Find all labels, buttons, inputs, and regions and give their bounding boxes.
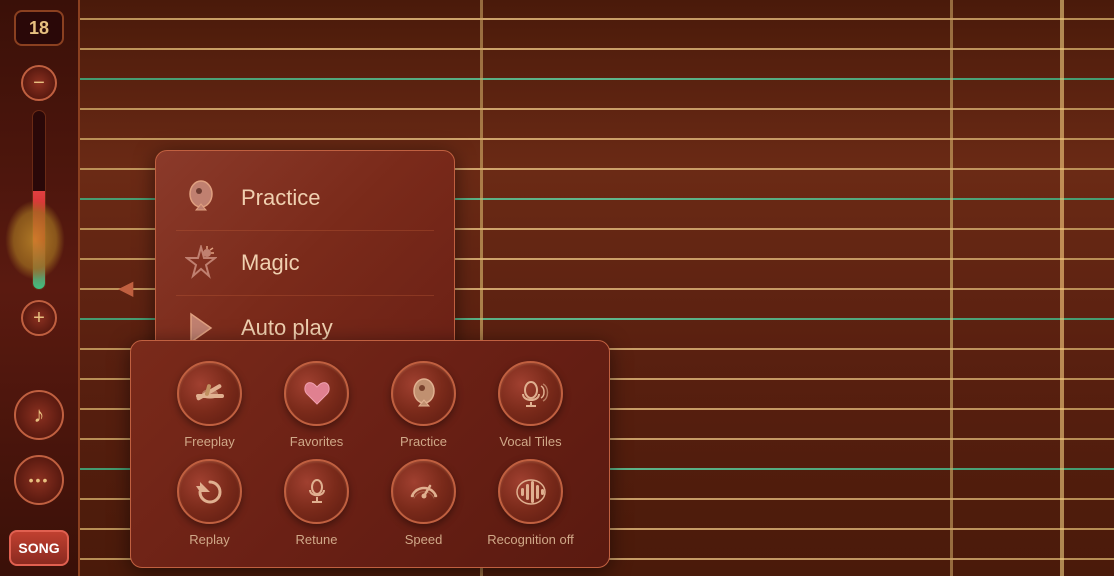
left-panel: 18 − + ♪ ••• SONG (0, 0, 80, 576)
ornament-decoration (5, 200, 65, 280)
vocal-tiles-control[interactable]: Vocal Tiles (486, 361, 576, 449)
string-2 (80, 48, 1114, 50)
speed-button[interactable] (391, 459, 456, 524)
magic-mode-icon (181, 243, 221, 283)
volume-minus-button[interactable]: − (21, 65, 57, 101)
string-1 (80, 18, 1114, 20)
retune-button[interactable] (284, 459, 349, 524)
magic-mode-label: Magic (241, 250, 300, 276)
song-button[interactable]: SONG (9, 530, 69, 566)
panel-arrow-indicator: ◀ (118, 276, 133, 301)
retune-control[interactable]: Retune (272, 459, 362, 547)
mode-practice-item[interactable]: Practice (176, 166, 434, 231)
more-options-button[interactable]: ••• (14, 455, 64, 505)
practice-control[interactable]: Practice (379, 361, 469, 449)
replay-control[interactable]: Replay (165, 459, 255, 547)
favorites-control[interactable]: Favorites (272, 361, 362, 449)
practice-label: Practice (400, 434, 447, 449)
freeplay-button[interactable] (177, 361, 242, 426)
string-5 (80, 138, 1114, 140)
bridge-3 (1060, 0, 1064, 576)
practice-button[interactable] (391, 361, 456, 426)
volume-plus-button[interactable]: + (21, 300, 57, 336)
string-4 (80, 108, 1114, 110)
dots-icon: ••• (29, 472, 50, 488)
autoplay-mode-label: Auto play (241, 315, 333, 341)
recognition-label: Recognition off (487, 532, 574, 547)
vocal-tiles-button[interactable] (498, 361, 563, 426)
controls-row-1: Freeplay Favorites Practice (156, 361, 584, 449)
bridge-2 (950, 0, 953, 576)
recognition-control[interactable]: Recognition off (486, 459, 576, 547)
replay-button[interactable] (177, 459, 242, 524)
vocal-tiles-label: Vocal Tiles (499, 434, 561, 449)
favorites-button[interactable] (284, 361, 349, 426)
string-3 (80, 78, 1114, 80)
controls-panel: Freeplay Favorites Practice (130, 340, 610, 568)
number-badge: 18 (14, 10, 64, 46)
favorites-label: Favorites (290, 434, 343, 449)
retune-label: Retune (296, 532, 338, 547)
speed-label: Speed (405, 532, 443, 547)
speed-control[interactable]: Speed (379, 459, 469, 547)
freeplay-label: Freeplay (184, 434, 235, 449)
replay-label: Replay (189, 532, 229, 547)
recognition-button[interactable] (498, 459, 563, 524)
music-button[interactable]: ♪ (14, 390, 64, 440)
controls-row-2: Replay Retune (156, 459, 584, 547)
music-note-icon: ♪ (34, 402, 45, 428)
freeplay-control[interactable]: Freeplay (165, 361, 255, 449)
practice-mode-label: Practice (241, 185, 320, 211)
practice-mode-icon (181, 178, 221, 218)
mode-magic-item[interactable]: Magic (176, 231, 434, 296)
